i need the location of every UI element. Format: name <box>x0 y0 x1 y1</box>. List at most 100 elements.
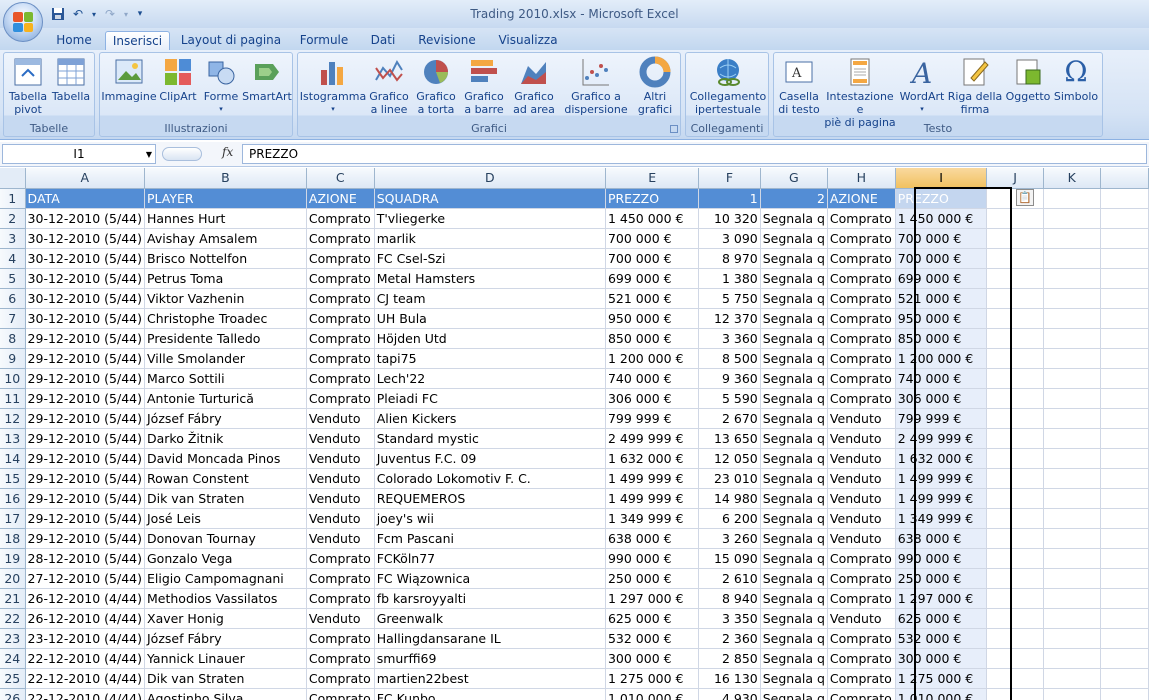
header-cell[interactable]: SQUADRA <box>374 188 606 209</box>
cell[interactable]: Segnala q <box>760 308 828 329</box>
cell[interactable]: Comprato <box>827 228 896 249</box>
cell[interactable]: Segnala q <box>760 468 828 489</box>
cell[interactable]: 29-12-2010 (5/44) <box>25 368 146 389</box>
cell[interactable]: Segnala q <box>760 568 828 589</box>
cell[interactable]: 1 349 999 € <box>605 508 700 529</box>
tab-layout[interactable]: Layout di pagina <box>178 31 284 50</box>
column-chart-button[interactable]: Istogramma ▾ <box>300 56 366 116</box>
cell[interactable]: 22-12-2010 (4/44) <box>25 668 146 689</box>
cell[interactable]: Christophe Troadec <box>144 308 307 329</box>
cell[interactable] <box>1100 628 1149 649</box>
cell[interactable]: Segnala q <box>760 648 828 669</box>
cell[interactable]: 306 000 € <box>605 388 700 409</box>
cell[interactable] <box>1043 368 1101 389</box>
cell[interactable]: 14 980 <box>698 488 761 509</box>
cell[interactable]: 1 450 000 € <box>605 208 700 229</box>
cell[interactable]: Segnala q <box>760 408 828 429</box>
cell[interactable]: 3 350 <box>698 608 761 629</box>
table-button[interactable]: Tabella <box>50 56 92 103</box>
cell[interactable]: smurffi69 <box>374 648 606 669</box>
cell[interactable]: Segnala q <box>760 528 828 549</box>
cell[interactable]: 1 499 999 € <box>895 488 988 509</box>
header-cell[interactable]: DATA <box>25 188 146 209</box>
cell[interactable]: Xaver Honig <box>144 608 307 629</box>
cell[interactable]: 1 200 000 € <box>605 348 700 369</box>
cell[interactable]: 1 632 000 € <box>605 448 700 469</box>
row-header[interactable]: 2 <box>0 208 26 229</box>
office-button[interactable] <box>3 2 43 42</box>
cell[interactable] <box>986 208 1044 229</box>
cell[interactable] <box>986 428 1044 449</box>
cell[interactable]: Comprato <box>306 688 375 700</box>
cell[interactable]: Fcm Pascani <box>374 528 606 549</box>
cell[interactable]: Segnala q <box>760 488 828 509</box>
other-charts-button[interactable]: Altri grafici <box>632 56 678 116</box>
cell[interactable]: 625 000 € <box>895 608 988 629</box>
tab-formule[interactable]: Formule <box>292 31 356 50</box>
cell[interactable]: tapi75 <box>374 348 606 369</box>
cell[interactable]: Comprato <box>306 268 375 289</box>
cell[interactable] <box>1043 428 1101 449</box>
cell[interactable]: 13 650 <box>698 428 761 449</box>
cell[interactable]: 1 275 000 € <box>895 668 988 689</box>
cell[interactable] <box>986 508 1044 529</box>
cell[interactable]: 2 499 999 € <box>605 428 700 449</box>
cell[interactable] <box>1100 508 1149 529</box>
cell[interactable]: Juventus F.C. 09 <box>374 448 606 469</box>
cell[interactable]: Segnala q <box>760 288 828 309</box>
cell[interactable]: Gonzalo Vega <box>144 548 307 569</box>
cell[interactable]: 29-12-2010 (5/44) <box>25 328 146 349</box>
cell[interactable]: 799 999 € <box>895 408 988 429</box>
undo-dropdown-icon[interactable]: ▾ <box>90 6 98 22</box>
header-footer-button[interactable]: Intestazione e piè di pagina <box>822 56 898 129</box>
cell[interactable]: Venduto <box>827 608 896 629</box>
cell[interactable] <box>1043 608 1101 629</box>
cell[interactable]: Viktor Vazhenin <box>144 288 307 309</box>
cell[interactable]: 3 090 <box>698 228 761 249</box>
cell[interactable] <box>1043 508 1101 529</box>
cell[interactable] <box>986 388 1044 409</box>
cell[interactable]: Venduto <box>827 488 896 509</box>
cell[interactable] <box>1100 448 1149 469</box>
row-header[interactable]: 18 <box>0 528 26 549</box>
column-header-g[interactable]: G <box>760 168 828 189</box>
cell[interactable] <box>1100 428 1149 449</box>
cell[interactable]: Comprato <box>306 628 375 649</box>
cell[interactable]: Venduto <box>827 428 896 449</box>
cell[interactable]: 1 200 000 € <box>895 348 988 369</box>
cell[interactable]: Yannick Linauer <box>144 648 307 669</box>
cell[interactable] <box>1100 248 1149 269</box>
cell[interactable]: Greenwalk <box>374 608 606 629</box>
cell[interactable]: Metal Hamsters <box>374 268 606 289</box>
row-header[interactable]: 5 <box>0 268 26 289</box>
row-header[interactable]: 15 <box>0 468 26 489</box>
hyperlink-button[interactable]: Collegamento ipertestuale <box>688 56 768 116</box>
save-icon[interactable] <box>50 6 66 22</box>
cell[interactable]: 28-12-2010 (5/44) <box>25 548 146 569</box>
cell[interactable]: 29-12-2010 (5/44) <box>25 508 146 529</box>
header-cell[interactable]: PREZZO <box>605 188 700 209</box>
cell[interactable] <box>986 268 1044 289</box>
row-header[interactable]: 7 <box>0 308 26 329</box>
cell[interactable] <box>1100 268 1149 289</box>
cell[interactable]: 306 000 € <box>895 388 988 409</box>
column-header-a[interactable]: A <box>25 168 146 189</box>
cell[interactable]: 700 000 € <box>605 228 700 249</box>
cell[interactable] <box>986 228 1044 249</box>
header-cell[interactable]: AZIONE <box>827 188 896 209</box>
cell[interactable]: 8 500 <box>698 348 761 369</box>
cell[interactable]: Comprato <box>827 548 896 569</box>
cell[interactable]: Pleiadi FC <box>374 388 606 409</box>
column-header-i[interactable]: I <box>895 168 988 189</box>
cell[interactable]: 30-12-2010 (5/44) <box>25 288 146 309</box>
cell[interactable]: Venduto <box>827 468 896 489</box>
cell[interactable] <box>1043 568 1101 589</box>
cell[interactable]: Comprato <box>306 388 375 409</box>
cell[interactable]: Comprato <box>306 348 375 369</box>
cell[interactable]: Segnala q <box>760 328 828 349</box>
cell[interactable] <box>1043 248 1101 269</box>
cell[interactable]: Comprato <box>827 648 896 669</box>
area-chart-button[interactable]: Grafico ad area <box>508 56 560 116</box>
cell[interactable]: Presidente Talledo <box>144 328 307 349</box>
cell[interactable]: Hannes Hurt <box>144 208 307 229</box>
